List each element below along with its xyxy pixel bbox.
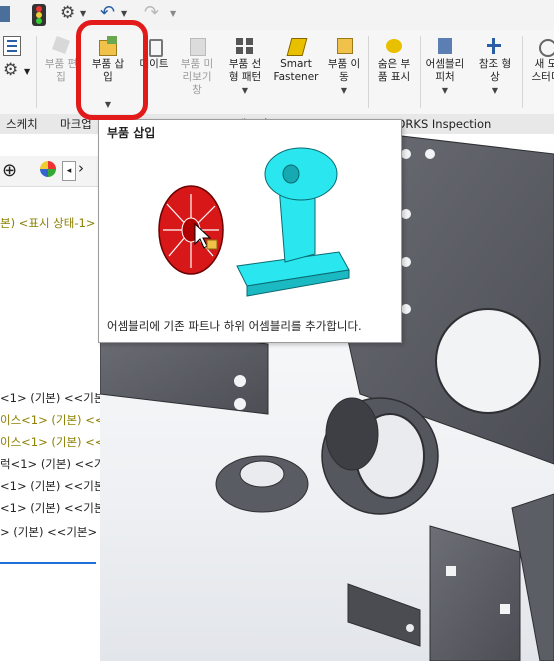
redo-icon: ↷ xyxy=(144,2,160,23)
edit-component-icon xyxy=(50,36,72,56)
flange-hub xyxy=(325,397,379,471)
panel-tab-bar: ⊕ ◂ › xyxy=(0,156,100,187)
reference-geometry-button[interactable]: 참조 형 상 ▼ xyxy=(472,34,518,110)
plate-hole xyxy=(401,149,411,159)
chevron-down-icon[interactable]: ▼ xyxy=(121,9,127,18)
tree-item[interactable]: 이스<1> (기본) << xyxy=(0,434,100,450)
component-preview-icon xyxy=(186,36,208,56)
reference-geometry-icon xyxy=(484,36,506,56)
tree-item[interactable]: 이스<1> (기본) << xyxy=(0,412,100,428)
tree-item[interactable]: <1> (기본) <<기본 xyxy=(0,500,100,516)
chevron-down-icon[interactable]: ▼ xyxy=(24,67,30,76)
show-hidden-icon xyxy=(383,36,405,56)
chevron-down-icon[interactable]: ▼ xyxy=(422,84,468,97)
plate-hole xyxy=(234,375,246,387)
linear-pattern-icon xyxy=(234,36,256,56)
tooltip-title: 부품 삽입 xyxy=(107,126,156,140)
gear-icon[interactable]: ⚙ xyxy=(60,3,75,23)
new-motion-study-button[interactable]: 새 모 스터디 xyxy=(526,34,554,110)
move-component-icon xyxy=(333,36,355,56)
chevron-down-icon[interactable]: ▼ xyxy=(170,9,176,18)
tab-sketch[interactable]: 스케치 xyxy=(0,115,44,133)
motion-study-icon xyxy=(535,36,554,57)
plate-hole xyxy=(234,398,246,410)
scroll-right-icon[interactable]: › xyxy=(78,159,84,177)
right-bracket xyxy=(429,525,521,661)
bracket-head xyxy=(264,147,338,201)
small-block xyxy=(347,583,421,647)
chevron-down-icon[interactable]: ▼ xyxy=(324,84,364,97)
scroll-left-icon[interactable]: ◂ xyxy=(62,161,76,181)
crosshair-icon[interactable]: ⊕ xyxy=(2,160,17,181)
appearance-icon[interactable] xyxy=(40,161,56,177)
chevron-down-icon[interactable]: ▼ xyxy=(80,9,86,18)
tree-item[interactable]: 럭<1> (기본) <<기 xyxy=(0,456,100,472)
tree-item[interactable]: > (기본) <<기본> xyxy=(0,524,97,540)
smart-fasteners-button[interactable]: Smart Fastener xyxy=(272,34,320,110)
hub-ring-bore xyxy=(239,460,285,488)
insert-badge-icon xyxy=(206,239,218,250)
plate-hole xyxy=(401,257,411,267)
assembly-features-button[interactable]: 어셈블리 피처 ▼ xyxy=(422,34,468,110)
tooltip-description: 어셈블리에 기존 파트나 하위 어셈블리를 추가합니다. xyxy=(107,319,362,333)
plate-hole xyxy=(401,209,411,219)
panel-splitter[interactable] xyxy=(0,562,96,564)
back-plate-bore xyxy=(435,308,541,414)
display-state-row[interactable]: 본) <표시 상태-1> xyxy=(0,215,95,231)
plate-hole xyxy=(425,149,435,159)
component-preview-button[interactable]: 부품 미 리보기 창 xyxy=(176,34,218,110)
edit-component-button[interactable]: 부품 편 집 xyxy=(42,34,80,110)
smart-fasteners-icon xyxy=(285,36,308,56)
tooltip-illustration xyxy=(158,147,350,297)
insert-component-tooltip: 부품 삽입 어셈블리에 기존 파트나 하위 어셈블리를 추가합니다. xyxy=(98,119,402,343)
chevron-down-icon[interactable]: ▼ xyxy=(222,84,268,97)
tree-item[interactable]: <1> (기본) <<기본 xyxy=(0,478,100,494)
assembly-features-icon xyxy=(434,36,456,56)
list-icon[interactable] xyxy=(3,36,21,56)
chevron-down-icon[interactable]: ▼ xyxy=(472,84,518,97)
show-hidden-components-button[interactable]: 숨은 부 품 표시 xyxy=(372,34,416,110)
options-gear-icon[interactable]: ⚙ xyxy=(3,60,18,80)
move-component-button[interactable]: 부품 이 동 ▼ xyxy=(324,34,364,110)
linear-pattern-button[interactable]: 부품 선 형 패턴 ▼ xyxy=(222,34,268,110)
tree-item[interactable]: <1> (기본) <<기본 xyxy=(0,390,100,406)
save-icon[interactable] xyxy=(0,6,10,22)
highlight-ring xyxy=(76,20,148,120)
traffic-light-icon[interactable] xyxy=(32,4,46,26)
plate-hole xyxy=(401,304,411,314)
feature-manager-panel: ⊕ ◂ › 본) <표시 상태-1> <1> (기본) <<기본 이스<1> (… xyxy=(0,134,101,661)
